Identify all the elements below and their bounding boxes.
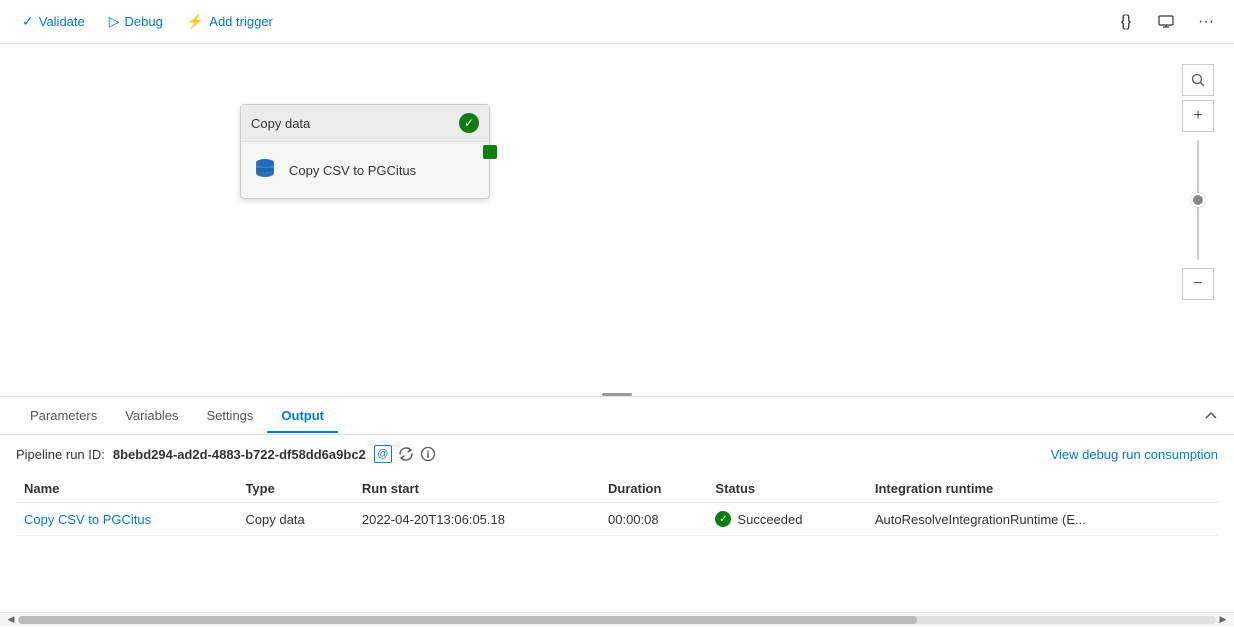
trigger-icon: ⚡ [187,13,204,30]
at-icon[interactable]: @ [374,445,392,463]
pipeline-node[interactable]: Copy data ✓ Copy CSV to PGCitus [240,104,490,199]
row-integration-runtime: AutoResolveIntegrationRuntime (E... [867,503,1218,536]
tab-parameters[interactable]: Parameters [16,400,111,433]
chevron-up-icon [1204,409,1218,423]
collapse-panel-button[interactable] [1204,409,1218,423]
status-cell: ✓ Succeeded [715,511,858,527]
col-run-start: Run start [354,475,600,503]
refresh-icon [398,446,414,462]
table-header-row: Name Type Run start Duration Status Inte… [16,475,1218,503]
zoom-slider-track [1197,140,1199,260]
col-status: Status [707,475,866,503]
toolbar-right-actions: {} ··· [1110,6,1222,38]
zoom-slider[interactable] [1197,136,1199,264]
table-row: Copy CSV to PGCitus Copy data 2022-04-20… [16,503,1218,536]
add-trigger-button[interactable]: ⚡ Add trigger [177,8,283,35]
toolbar: ✓ Validate ▷ Debug ⚡ Add trigger {} ··· [0,0,1234,44]
zoom-out-button[interactable]: − [1182,268,1214,300]
row-status: ✓ Succeeded [707,503,866,536]
node-connector [483,145,497,159]
scroll-right-arrow[interactable]: ▶ [1216,613,1230,627]
scrollbar-thumb[interactable] [18,616,917,624]
ellipsis-icon: ··· [1198,13,1214,31]
col-duration: Duration [600,475,707,503]
node-header-title: Copy data [251,116,310,131]
status-success-icon: ✓ [715,511,731,527]
info-button[interactable] [420,446,436,462]
search-icon [1191,73,1205,87]
zoom-in-button[interactable]: + [1182,100,1214,132]
canvas-area: Copy data ✓ Copy CSV to PGCitus + [0,44,1234,396]
output-table: Name Type Run start Duration Status Inte… [16,475,1218,536]
row-name: Copy CSV to PGCitus [16,503,237,536]
pipeline-run-id: 8bebd294-ad2d-4883-b722-df58dd6a9bc2 [113,447,366,462]
code-icon: {} [1121,13,1132,31]
node-body: Copy CSV to PGCitus [241,142,489,198]
plus-icon: + [1193,107,1202,125]
pipeline-run-label: Pipeline run ID: [16,447,105,462]
refresh-run-button[interactable] [398,446,414,462]
debug-label: Debug [125,14,163,29]
col-type: Type [237,475,353,503]
row-run-start: 2022-04-20T13:06:05.18 [354,503,600,536]
debug-button[interactable]: ▷ Debug [99,8,173,35]
horizontal-scrollbar[interactable]: ◀ ▶ [0,612,1234,626]
row-duration: 00:00:08 [600,503,707,536]
validate-label: Validate [39,14,85,29]
scroll-left-arrow[interactable]: ◀ [4,613,18,627]
info-icon [420,446,436,462]
tabs-row: Parameters Variables Settings Output [0,397,1234,435]
node-activity-label: Copy CSV to PGCitus [289,163,416,178]
pipeline-run-row: Pipeline run ID: 8bebd294-ad2d-4883-b722… [16,445,1218,463]
validate-icon: ✓ [22,13,34,30]
bottom-panel: Parameters Variables Settings Output Pip… [0,396,1234,626]
monitor-button[interactable] [1150,6,1182,38]
activity-name-link[interactable]: Copy CSV to PGCitus [24,512,151,527]
view-debug-link[interactable]: View debug run consumption [1051,447,1218,462]
minus-icon: − [1193,275,1202,293]
col-name: Name [16,475,237,503]
tab-output[interactable]: Output [267,400,338,433]
db-icon [251,156,279,184]
more-options-button[interactable]: ··· [1190,6,1222,38]
row-type: Copy data [237,503,353,536]
zoom-slider-thumb[interactable] [1191,193,1205,207]
zoom-controls: + − [1182,64,1214,300]
code-view-button[interactable]: {} [1110,6,1142,38]
col-integration-runtime: Integration runtime [867,475,1218,503]
output-panel: Pipeline run ID: 8bebd294-ad2d-4883-b722… [0,435,1234,612]
tab-variables[interactable]: Variables [111,400,192,433]
tab-settings[interactable]: Settings [192,400,267,433]
zoom-search-button[interactable] [1182,64,1214,96]
validate-button[interactable]: ✓ Validate [12,8,95,35]
scrollbar-track[interactable] [18,616,1216,624]
status-label: Succeeded [737,512,802,527]
node-header: Copy data ✓ [241,105,489,142]
add-trigger-label: Add trigger [209,14,273,29]
monitor-icon [1158,14,1174,30]
run-action-buttons: @ [374,445,436,463]
node-success-icon: ✓ [459,113,479,133]
canvas-divider [602,393,632,396]
debug-icon: ▷ [109,13,120,30]
